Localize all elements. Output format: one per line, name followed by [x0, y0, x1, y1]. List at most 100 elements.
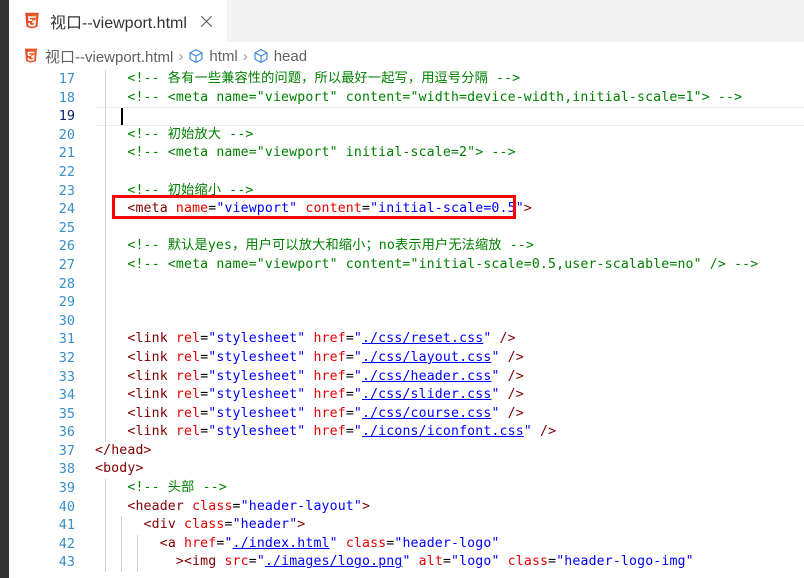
breadcrumb: 视口--viewport.html › html › head	[9, 42, 804, 70]
code-text: <!-- 头部 -->	[95, 480, 227, 496]
html5-icon	[23, 48, 39, 64]
code-text: <!-- <meta name="viewport" content="init…	[95, 256, 759, 272]
code-line[interactable]: 30	[9, 311, 804, 331]
code-text: <!-- 初始放大 -->	[95, 126, 254, 142]
line-number: 36	[58, 424, 75, 441]
code-line[interactable]: 29	[9, 293, 804, 312]
line-number: 25	[58, 219, 75, 236]
code-line[interactable]: 19	[9, 107, 804, 126]
line-number: 40	[58, 498, 75, 515]
code-line[interactable]: 42 <a href="./index.html" class="header-…	[9, 534, 804, 554]
code-line[interactable]: 22	[9, 162, 804, 182]
breadcrumb-label-html: html	[209, 47, 238, 65]
code-line[interactable]: 21 <!-- <meta name="viewport" initial-sc…	[9, 144, 804, 163]
code-text: ><img src="./images/logo.png" alt="logo"…	[175, 554, 694, 570]
line-number: 41	[58, 517, 75, 534]
code-text: <link rel="stylesheet" href="./css/slide…	[127, 387, 524, 403]
code-text: <link rel="stylesheet" href="./css/reset…	[127, 331, 516, 347]
code-line[interactable]: 28	[9, 274, 804, 294]
line-number: 31	[58, 331, 75, 348]
code-line[interactable]: 34 <link rel="stylesheet" href="./css/sl…	[9, 386, 804, 405]
code-line[interactable]: 18 <!-- <meta name="viewport" content="w…	[9, 88, 804, 108]
code-line[interactable]: 35 <link rel="stylesheet" href="./css/co…	[9, 404, 804, 424]
breadcrumb-separator: ›	[178, 47, 184, 65]
line-number: 38	[58, 461, 75, 478]
code-line[interactable]: 17 <!-- 各有一些兼容性的问题，所以最好一起写，用逗号分隔 -->	[9, 70, 804, 89]
code-text: <link rel="stylesheet" href="./css/layou…	[127, 349, 524, 365]
editor-tab-viewport-html[interactable]: 视口--viewport.html	[9, 0, 227, 42]
text-cursor	[121, 108, 123, 126]
code-text: <header class="header-layout">	[127, 498, 371, 514]
indent-guide	[105, 162, 106, 182]
indent-guide	[105, 107, 106, 126]
active-line-highlight	[95, 107, 804, 126]
code-line[interactable]: 32 <link rel="stylesheet" href="./css/la…	[9, 348, 804, 368]
breadcrumb-item-html[interactable]: html	[188, 47, 238, 65]
indent-guide	[105, 311, 106, 331]
line-number: 37	[58, 442, 75, 459]
vscode-window: 视口--viewport.html 视口--viewport.html › ht…	[0, 0, 804, 578]
editor-tab-bar: 视口--viewport.html	[9, 0, 804, 43]
breadcrumb-item-head[interactable]: head	[253, 48, 307, 65]
code-line[interactable]: 40 <header class="header-layout">	[9, 497, 804, 517]
line-number: 32	[58, 349, 75, 366]
code-lines-container: 17 <!-- 各有一些兼容性的问题，所以最好一起写，用逗号分隔 --> 18 <…	[9, 70, 804, 573]
indent-guide	[105, 293, 106, 312]
code-text: <!-- 各有一些兼容性的问题，所以最好一起写，用逗号分隔 -->	[95, 71, 521, 86]
line-number: 35	[58, 405, 75, 422]
close-icon[interactable]	[198, 13, 215, 30]
breadcrumb-item-file[interactable]: 视口--viewport.html	[23, 46, 173, 67]
code-line[interactable]: 26 <!-- 默认是yes，用户可以放大和缩小；no表示用户无法缩放 -->	[9, 237, 804, 256]
line-number: 39	[58, 480, 75, 497]
code-line[interactable]: 39 <!-- 头部 -->	[9, 479, 804, 498]
code-text: <body>	[95, 461, 144, 477]
line-number: 23	[58, 182, 75, 199]
line-number: 24	[58, 201, 75, 218]
line-number: 27	[58, 256, 75, 273]
code-line[interactable]: 36 <link rel="stylesheet" href="./icons/…	[9, 423, 804, 442]
code-line[interactable]: 31 <link rel="stylesheet" href="./css/re…	[9, 330, 804, 349]
line-number: 43	[58, 554, 75, 571]
line-number: 34	[58, 387, 75, 404]
symbol-cube-icon	[253, 48, 269, 64]
line-number: 18	[58, 89, 75, 106]
code-line[interactable]: 25	[9, 218, 804, 238]
line-number: 28	[58, 275, 75, 292]
line-number: 21	[58, 145, 75, 162]
line-number: 22	[58, 163, 75, 180]
code-line[interactable]: 27 <!-- <meta name="viewport" content="i…	[9, 255, 804, 275]
code-line[interactable]: 33 <link rel="stylesheet" href="./css/he…	[9, 367, 804, 387]
line-number: 26	[58, 238, 75, 255]
code-line[interactable]: 23 <!-- 初始缩小 -->	[9, 181, 804, 201]
code-line[interactable]: 43 ><img src="./images/logo.png" alt="lo…	[9, 553, 804, 573]
code-text: <a href="./index.html" class="header-log…	[159, 535, 500, 551]
code-line[interactable]: 24 <meta name="viewport" content="initia…	[9, 200, 804, 219]
code-text: <!-- <meta name="viewport" content="widt…	[95, 89, 743, 105]
code-text: <!-- 默认是yes，用户可以放大和缩小；no表示用户无法缩放 -->	[95, 238, 535, 254]
code-editor[interactable]: 17 <!-- 各有一些兼容性的问题，所以最好一起写，用逗号分隔 --> 18 <…	[9, 70, 804, 578]
line-number: 33	[58, 368, 75, 385]
code-text: <link rel="stylesheet" href="./css/cours…	[127, 405, 524, 421]
line-number: 17	[58, 71, 75, 87]
code-text: <!-- <meta name="viewport" initial-scale…	[95, 145, 516, 161]
breadcrumb-label-file: 视口--viewport.html	[45, 48, 174, 66]
html5-icon	[23, 12, 41, 30]
indent-guide	[105, 218, 106, 238]
code-line[interactable]: 41 <div class="header">	[9, 516, 804, 535]
editor-tab-label: 视口--viewport.html	[50, 15, 187, 32]
code-text: <!-- 初始缩小 -->	[95, 182, 254, 198]
symbol-cube-icon	[188, 48, 204, 64]
line-number: 30	[58, 312, 75, 329]
code-text: <meta name="viewport" content="initial-s…	[127, 201, 532, 217]
breadcrumb-separator: ›	[242, 47, 248, 65]
activity-bar[interactable]	[0, 0, 9, 578]
line-number: 29	[58, 294, 75, 311]
code-line[interactable]: 37 </head>	[9, 442, 804, 461]
code-line[interactable]: 38 <body>	[9, 460, 804, 479]
line-number: 19	[58, 108, 75, 125]
breadcrumb-label-head: head	[273, 47, 308, 65]
code-text: <div class="header">	[143, 517, 306, 533]
line-number: 42	[58, 535, 75, 552]
code-line[interactable]: 20 <!-- 初始放大 -->	[9, 125, 804, 145]
line-number: 20	[58, 126, 75, 143]
